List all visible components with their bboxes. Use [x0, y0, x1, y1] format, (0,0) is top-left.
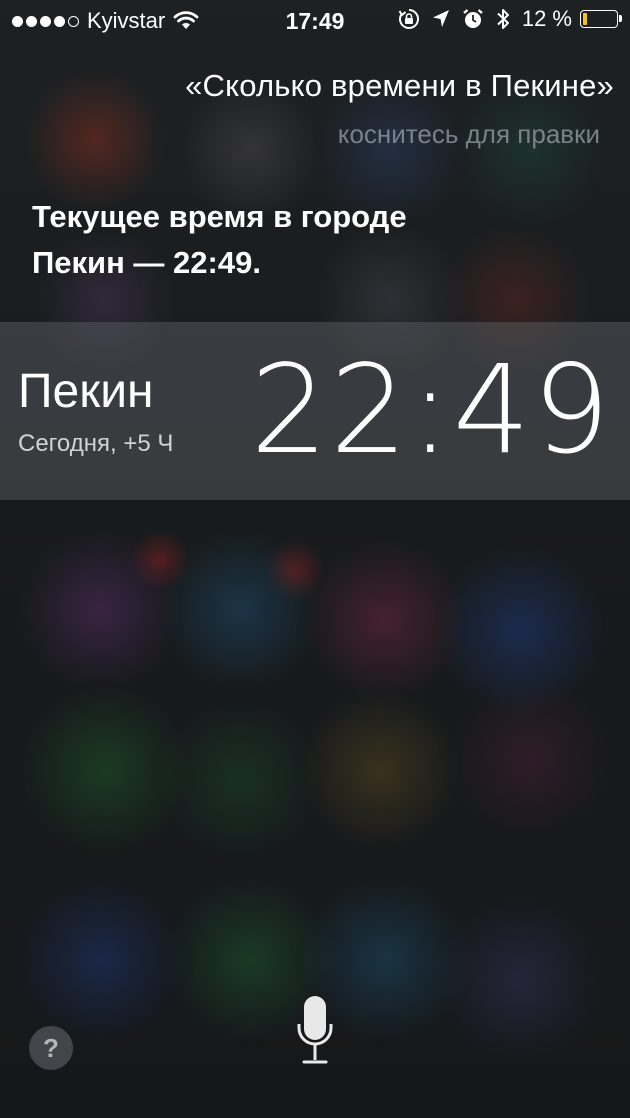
battery-icon: [580, 10, 622, 28]
help-button[interactable]: ?: [29, 1026, 73, 1070]
orientation-lock-icon: [398, 9, 419, 29]
status-right: 12 %: [398, 6, 622, 32]
siri-query-text[interactable]: «Сколько времени в Пекине»: [185, 68, 614, 104]
clock-time-offset: Сегодня, +5 Ч: [18, 430, 174, 457]
location-icon: [432, 10, 449, 27]
world-clock-card[interactable]: Пекин Сегодня, +5 Ч 22:49: [0, 322, 630, 500]
status-bar: Kyivstar 17:49 12 %: [0, 0, 630, 40]
siri-answer: Текущее время в городе Пекин — 22:49.: [32, 194, 572, 286]
battery-fill: [583, 13, 587, 25]
clock-city-name: Пекин: [18, 365, 154, 418]
tap-to-edit-hint[interactable]: коснитесь для правки: [338, 119, 600, 150]
bluetooth-icon: [497, 9, 509, 29]
clock-time: 22:49: [250, 339, 612, 481]
siri-mic-button[interactable]: [296, 994, 334, 1071]
siri-answer-line-2: Пекин — 22:49.: [32, 245, 261, 280]
microphone-icon: [297, 996, 333, 1064]
battery-percentage: 12 %: [521, 6, 572, 31]
siri-answer-line-1: Текущее время в городе: [32, 199, 407, 234]
alarm-icon: [463, 9, 483, 28]
blurred-home-screen-background: [0, 0, 630, 1118]
